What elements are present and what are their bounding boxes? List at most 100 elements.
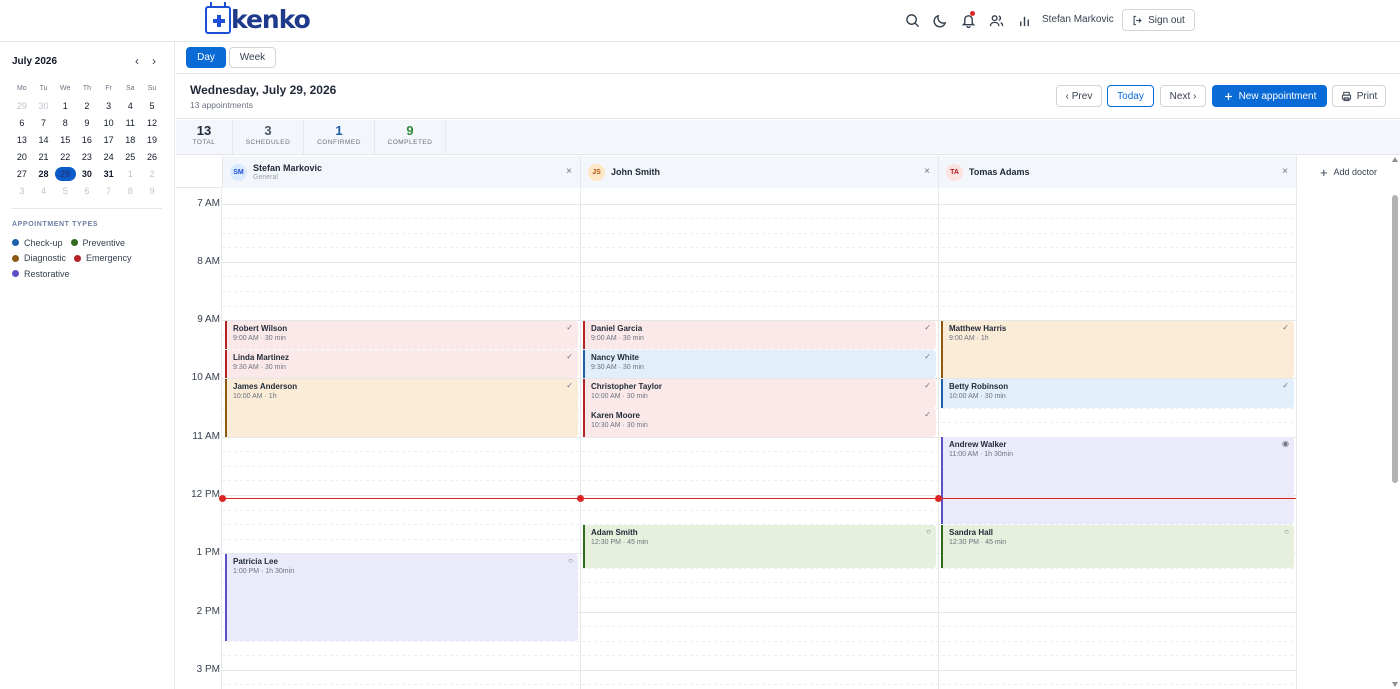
moon-icon[interactable] [931, 11, 949, 29]
calendar-day[interactable]: 2 [141, 169, 163, 179]
calendar-day[interactable]: 22 [54, 152, 76, 162]
calendar-day[interactable]: 3 [98, 101, 120, 111]
scroll-thumb[interactable] [1392, 195, 1398, 483]
calendar-day[interactable]: 27 [11, 169, 33, 179]
appointment-card[interactable]: Christopher Taylor 10:00 AM · 30 min ✓ [583, 378, 936, 408]
mini-calendar-next-button[interactable]: › [152, 54, 156, 68]
appointment-card[interactable]: Robert Wilson 9:00 AM · 30 min ✓ [225, 320, 578, 350]
new-appointment-button[interactable]: New appointment [1212, 85, 1327, 107]
legend-label: Preventive [82, 237, 126, 248]
calendar-day[interactable]: 4 [119, 101, 141, 111]
add-doctor-button[interactable]: + Add doctor [1296, 156, 1400, 188]
print-button[interactable]: Print [1332, 85, 1386, 107]
calendar-day[interactable]: 7 [33, 118, 55, 128]
mini-calendar-grid: Mo Tu We Th Fr Sa Su 29 30 1 2 3 4 5 6 7 8 9 10 11 12 13 14 15 1… [11, 80, 163, 199]
calendar-day[interactable]: 9 [76, 118, 98, 128]
calendar-day[interactable]: 6 [76, 186, 98, 196]
appointment-card[interactable]: Andrew Walker 11:00 AM · 1h 30min ◉ [941, 437, 1294, 525]
users-icon[interactable] [987, 11, 1005, 29]
scroll-up-arrow-icon[interactable] [1392, 157, 1398, 162]
remove-doctor-close-icon[interactable]: × [1282, 166, 1288, 177]
scroll-down-arrow-icon[interactable] [1392, 682, 1398, 687]
calendar-day[interactable]: 10 [98, 118, 120, 128]
quarter-gridline [222, 640, 1296, 642]
calendar-day[interactable]: 6 [11, 118, 33, 128]
appointment-time: 12:30 PM · 45 min [949, 538, 1007, 546]
calendar-day[interactable]: 5 [54, 186, 76, 196]
appointment-card[interactable]: Sandra Hall 12:30 PM · 45 min ○ [941, 524, 1294, 568]
calendar-day[interactable]: 13 [11, 135, 33, 145]
today-button[interactable]: Today [1107, 85, 1154, 107]
appointment-card[interactable]: Linda Martinez 9:30 AM · 30 min ✓ [225, 349, 578, 379]
current-user-name[interactable]: Stefan Markovic [1042, 14, 1114, 25]
weekday-label: Sa [126, 85, 135, 92]
sign-out-button[interactable]: Sign out [1122, 9, 1195, 31]
calendar-day[interactable]: 25 [119, 152, 141, 162]
doctor-specialty: General [253, 174, 278, 181]
appointment-card[interactable]: Betty Robinson 10:00 AM · 30 min ✓ [941, 378, 1294, 408]
appointment-card[interactable]: Karen Moore 10:30 AM · 30 min ✓ [583, 408, 936, 437]
calendar-day[interactable]: 9 [141, 186, 163, 196]
plus-icon: + [1319, 164, 1328, 180]
app-logo[interactable]: kenko [205, 2, 311, 34]
calendar-day[interactable]: 23 [76, 152, 98, 162]
appointment-card[interactable]: Adam Smith 12:30 PM · 45 min ○ [583, 524, 936, 568]
calendar-day[interactable]: 3 [11, 186, 33, 196]
calendar-day[interactable]: 7 [98, 186, 120, 196]
mini-calendar-prev-button[interactable]: ‹ [135, 54, 139, 68]
calendar-day[interactable]: 4 [33, 186, 55, 196]
appointment-card[interactable]: Matthew Harris 9:00 AM · 1h ✓ [941, 320, 1294, 379]
bar-chart-icon[interactable] [1015, 11, 1033, 29]
appointment-card[interactable]: James Anderson 10:00 AM · 1h ✓ [225, 378, 578, 437]
calendar-week-row: 27 28 29 30 31 1 2 [11, 165, 163, 182]
bell-icon[interactable] [959, 11, 977, 29]
legend-dot [12, 270, 19, 278]
calendar-day[interactable]: 1 [54, 101, 76, 111]
appointment-card[interactable]: Nancy White 9:30 AM · 30 min ✓ [583, 349, 936, 379]
appointment-card[interactable]: Daniel Garcia 9:00 AM · 30 min ✓ [583, 320, 936, 350]
stat-value: 9 [406, 123, 414, 138]
calendar-day[interactable]: 31 [98, 169, 120, 179]
calendar-day[interactable]: 30 [76, 169, 98, 179]
remove-doctor-close-icon[interactable]: × [924, 166, 930, 177]
stat-label: TOTAL [192, 139, 216, 146]
calendar-day[interactable]: 11 [119, 118, 141, 128]
calendar-day[interactable]: 15 [54, 135, 76, 145]
calendar-day[interactable]: 8 [119, 186, 141, 196]
calendar-day[interactable]: 28 [33, 169, 55, 179]
calendar-day[interactable]: 21 [33, 152, 55, 162]
calendar-day[interactable]: 26 [141, 152, 163, 162]
doctor-header-row: TA Tomas Adams × JS John Smith × SM Stefan Mark… [176, 156, 1400, 188]
calendar-day-selected[interactable]: 29 [54, 166, 76, 181]
calendar-day[interactable]: 30 [33, 101, 55, 111]
search-icon[interactable] [903, 11, 921, 29]
appointment-time: 10:00 AM · 30 min [949, 392, 1006, 400]
calendar-day[interactable]: 18 [119, 135, 141, 145]
quarter-gridline [222, 655, 1296, 657]
calendar-day[interactable]: 8 [54, 118, 76, 128]
calendar-day[interactable]: 17 [98, 135, 120, 145]
column-divider [938, 189, 939, 689]
schedule-scrollbar[interactable] [1391, 157, 1400, 689]
calendar-day[interactable]: 2 [76, 101, 98, 111]
calendar-day[interactable]: 12 [141, 118, 163, 128]
weekday-label: Fr [105, 85, 112, 92]
appointment-card[interactable]: Patricia Lee 1:00 PM · 1h 30min ○ [225, 553, 578, 641]
remove-doctor-close-icon[interactable]: × [566, 166, 572, 177]
day-view-button[interactable]: Day [186, 47, 226, 68]
appointment-patient-name: Robert Wilson [233, 323, 288, 333]
current-time-dot [577, 494, 584, 502]
calendar-day[interactable]: 1 [119, 169, 141, 179]
calendar-day[interactable]: 24 [98, 152, 120, 162]
week-view-button[interactable]: Week [229, 47, 276, 68]
calendar-day[interactable]: 5 [141, 101, 163, 111]
calendar-day[interactable]: 20 [11, 152, 33, 162]
legend-label: Diagnostic [24, 253, 67, 264]
calendar-day[interactable]: 29 [11, 101, 33, 111]
prev-day-button[interactable]: ‹ Prev [1056, 85, 1102, 107]
calendar-day[interactable]: 16 [76, 135, 98, 145]
calendar-day[interactable]: 19 [141, 135, 163, 145]
next-day-button[interactable]: Next › [1160, 85, 1206, 107]
legend-item-check-up: Check-up [12, 235, 63, 251]
calendar-day[interactable]: 14 [33, 135, 55, 145]
